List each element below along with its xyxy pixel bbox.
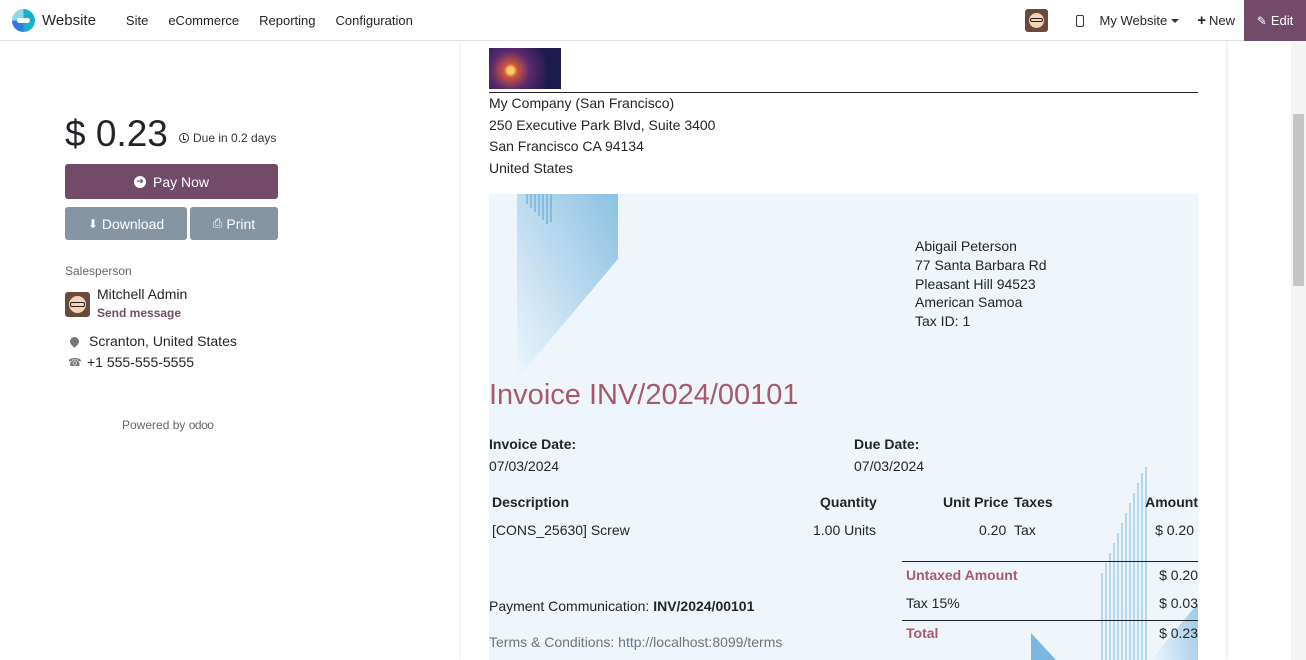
- totals-top-divider: [902, 561, 1198, 562]
- payment-communication-value: INV/2024/00101: [653, 598, 755, 614]
- salesperson-phone: ☎ +1 555-555-5555: [68, 354, 194, 370]
- column-amount: Amount: [1145, 494, 1198, 510]
- location-text: Scranton, United States: [89, 333, 237, 349]
- company-country: United States: [489, 159, 574, 176]
- phone-text: +1 555-555-5555: [87, 354, 195, 370]
- avatar-glasses: [1029, 18, 1043, 22]
- partner-name: Abigail Peterson: [915, 238, 1017, 254]
- salesperson-label: Salesperson: [65, 264, 132, 278]
- send-message-link[interactable]: Send message: [97, 306, 181, 320]
- partner-address: Abigail Peterson 77 Santa Barbara Rd Ple…: [915, 236, 1047, 330]
- scrollbar-thumb[interactable]: [1293, 114, 1304, 286]
- new-button-label: New: [1208, 13, 1235, 28]
- top-navbar: Website Site eCommerce Reporting Configu…: [0, 0, 1306, 41]
- map-pin-icon: [68, 334, 81, 348]
- column-taxes: Taxes: [1014, 494, 1053, 510]
- partner-street: 77 Santa Barbara Rd: [915, 257, 1047, 273]
- menu-reporting[interactable]: Reporting: [249, 13, 325, 28]
- pay-now-label: Pay Now: [152, 173, 210, 190]
- partner-country: American Samoa: [915, 294, 1023, 310]
- column-description: Description: [492, 494, 570, 510]
- column-unit-price: Unit Price: [943, 494, 1009, 510]
- website-selector[interactable]: My Website: [1100, 13, 1180, 28]
- download-icon: ⬇: [87, 216, 98, 231]
- terms-and-conditions[interactable]: Terms & Conditions: http://localhost:809…: [489, 634, 782, 650]
- edit-button-label: Edit: [1270, 13, 1294, 28]
- salesperson-location: Scranton, United States: [68, 333, 237, 349]
- due-info: Due in 0.2 days: [179, 131, 276, 145]
- salesperson-avatar: [65, 292, 90, 317]
- total-label: Total: [906, 625, 939, 641]
- pencil-icon: ✎: [1256, 13, 1267, 28]
- salesperson-name: Mitchell Admin: [97, 286, 188, 302]
- due-date-value: 07/03/2024: [854, 458, 925, 474]
- partner-tax-id: Tax ID: 1: [915, 312, 971, 329]
- line-description: [CONS_25630] Screw: [492, 522, 630, 538]
- printer-icon: ⎙: [212, 216, 223, 230]
- menu-site[interactable]: Site: [116, 13, 158, 28]
- company-street: 250 Executive Park Blvd, Suite 3400: [489, 116, 716, 133]
- totals-bottom-divider: [902, 620, 1198, 621]
- download-button[interactable]: ⬇ Download: [65, 207, 187, 240]
- edit-button[interactable]: ✎ Edit: [1244, 0, 1306, 41]
- pay-now-button[interactable]: ➜ Pay Now: [65, 164, 278, 199]
- website-app-brand[interactable]: Website: [12, 8, 96, 32]
- caret-down-icon: [1171, 18, 1180, 23]
- salesperson-glasses: [70, 302, 85, 307]
- powered-by-label: Powered by: [122, 418, 186, 432]
- website-logo-icon: [12, 8, 35, 32]
- line-taxes: Tax: [1014, 522, 1036, 538]
- tax-value: $ 0.03: [1159, 595, 1198, 611]
- column-quantity: Quantity: [820, 494, 877, 510]
- tax-label: Tax 15%: [906, 595, 960, 611]
- decorative-stripes-bottom: [1101, 457, 1198, 660]
- navbar-right: My Website + New ✎ Edit: [1024, 0, 1306, 41]
- company-address: My Company (San Francisco) 250 Executive…: [489, 93, 715, 179]
- menu-configuration[interactable]: Configuration: [326, 13, 423, 28]
- payment-communication: Payment Communication: INV/2024/00101: [489, 598, 754, 614]
- print-label: Print: [226, 215, 256, 232]
- download-label: Download: [101, 215, 165, 232]
- due-text: Due in 0.2 days: [193, 131, 277, 145]
- company-city: San Francisco CA 94134: [489, 138, 644, 154]
- plus-icon: +: [1197, 12, 1206, 29]
- company-name: My Company (San Francisco): [489, 95, 675, 111]
- brand-name: Website: [42, 11, 96, 29]
- powered-by[interactable]: Powered by odoo: [122, 418, 214, 432]
- top-menu: Site eCommerce Reporting Configuration: [116, 13, 423, 28]
- line-quantity: 1.00 Units: [813, 522, 877, 538]
- payment-communication-label: Payment Communication:: [489, 598, 650, 614]
- amount-due: $ 0.23: [65, 113, 168, 154]
- due-date-label: Due Date:: [854, 436, 920, 452]
- mobile-preview-icon[interactable]: [1075, 14, 1084, 27]
- total-value: $ 0.23: [1159, 625, 1198, 641]
- decorative-corner-triangle: [1031, 633, 1056, 660]
- invoice-date-value: 07/03/2024: [489, 458, 560, 474]
- arrow-circle-right-icon: ➜: [133, 175, 146, 188]
- invoice-document: My Company (San Francisco) 250 Executive…: [461, 41, 1226, 660]
- print-button[interactable]: ⎙ Print: [190, 207, 278, 240]
- untaxed-amount-label: Untaxed Amount: [906, 567, 1018, 583]
- untaxed-amount-value: $ 0.20: [1159, 567, 1198, 583]
- company-logo: [489, 48, 561, 89]
- odoo-logo: odoo: [188, 418, 214, 432]
- clock-icon: [179, 133, 189, 143]
- decorative-stripes-top: [517, 194, 618, 379]
- line-unit-price: 0.20: [979, 522, 1007, 538]
- invoice-date-label: Invoice Date:: [489, 436, 577, 452]
- phone-icon: ☎: [68, 356, 82, 369]
- new-button[interactable]: + New: [1197, 12, 1235, 29]
- partner-city: Pleasant Hill 94523: [915, 275, 1036, 292]
- user-avatar[interactable]: [1024, 9, 1048, 32]
- page-scrollbar[interactable]: [1291, 41, 1306, 660]
- line-amount: $ 0.20: [1155, 522, 1194, 538]
- menu-ecommerce[interactable]: eCommerce: [158, 13, 249, 28]
- website-selector-label: My Website: [1099, 13, 1168, 28]
- invoice-title: Invoice INV/2024/00101: [489, 379, 799, 411]
